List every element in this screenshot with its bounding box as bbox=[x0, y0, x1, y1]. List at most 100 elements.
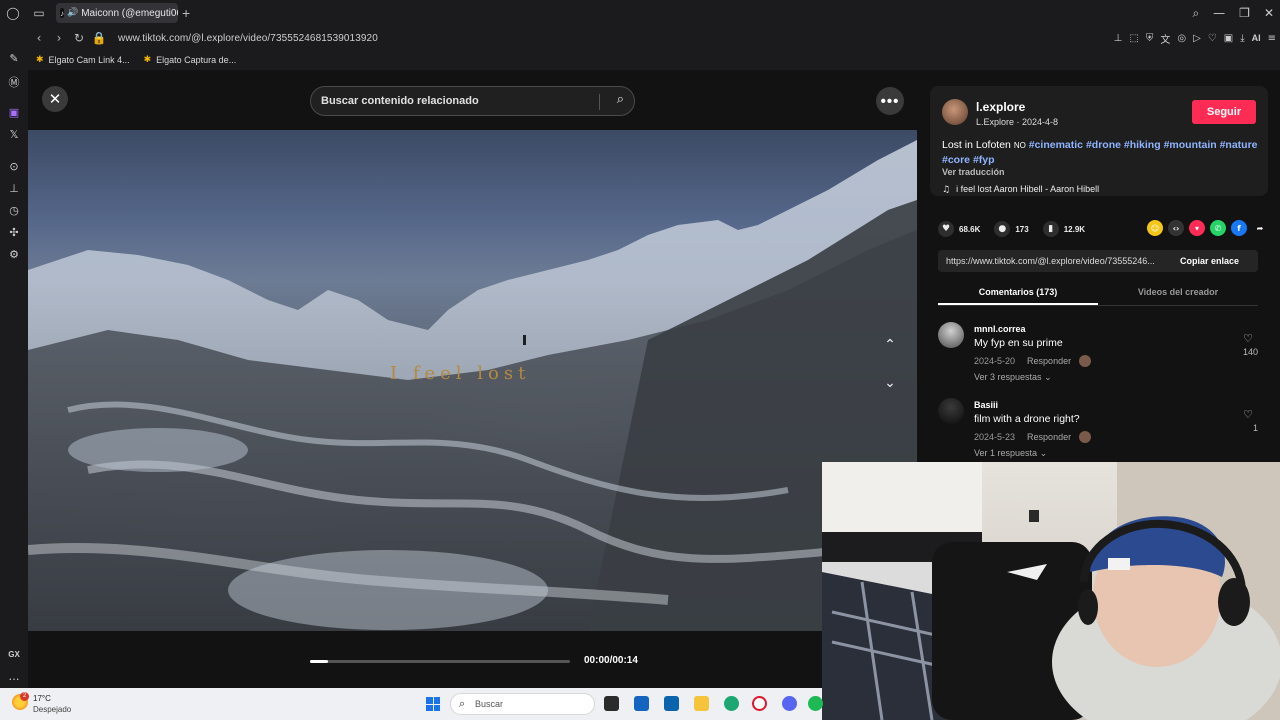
wallet-icon[interactable]: ▣ bbox=[1224, 33, 1233, 44]
workspaces-icon[interactable]: ▭ bbox=[26, 0, 52, 26]
ai-button[interactable]: AI bbox=[1252, 33, 1261, 43]
whatsapp-icon[interactable]: ✆ bbox=[1210, 220, 1226, 236]
menu-icon[interactable]: ≡ bbox=[1268, 33, 1276, 44]
editor-icon[interactable]: ✎ bbox=[6, 52, 22, 66]
history-icon[interactable]: ◷ bbox=[6, 204, 22, 218]
previous-video-icon[interactable]: ⌃ bbox=[879, 334, 901, 356]
forward-icon[interactable]: › bbox=[50, 31, 68, 45]
gx-button[interactable]: GX bbox=[6, 650, 22, 664]
heart-icon[interactable]: ♡ bbox=[1208, 33, 1217, 44]
progress-bar[interactable] bbox=[310, 660, 570, 663]
hashtag-link[interactable]: #drone bbox=[1086, 139, 1121, 151]
weather-widget[interactable]: 2 17°C Despejado bbox=[12, 692, 92, 716]
translate-link[interactable]: Ver traducción bbox=[942, 167, 1005, 177]
messenger-icon[interactable]: Ⓜ bbox=[6, 74, 22, 89]
vpn-icon[interactable]: ◎ bbox=[1177, 33, 1186, 44]
comment-button[interactable]: ● 173 bbox=[994, 221, 1029, 237]
settings-icon[interactable]: ⚙ bbox=[6, 248, 22, 262]
tab-comments[interactable]: Comentarios (173) bbox=[938, 282, 1098, 305]
url-text[interactable]: www.tiktok.com/@l.explore/video/73555246… bbox=[118, 33, 378, 44]
pin-board-icon[interactable]: ⊥ bbox=[6, 182, 22, 196]
tab-creator-videos[interactable]: Videos del creador bbox=[1098, 282, 1258, 305]
twitch-icon[interactable]: ▣ bbox=[6, 106, 22, 120]
new-tab-button[interactable]: + bbox=[182, 5, 190, 21]
player-icon[interactable]: ⊙ bbox=[6, 160, 22, 174]
pin-icon[interactable]: ⊥ bbox=[1114, 33, 1123, 44]
hashtag-link[interactable]: #hiking bbox=[1124, 139, 1161, 151]
heart-icon: ♥ bbox=[938, 221, 954, 237]
outlook-icon[interactable] bbox=[664, 696, 679, 711]
taskbar-search-input[interactable]: ⌕ Buscar bbox=[450, 693, 595, 715]
discord-icon[interactable] bbox=[782, 696, 797, 711]
close-window-button[interactable]: ✕ bbox=[1264, 6, 1274, 20]
hashtag-link[interactable]: #fyp bbox=[973, 154, 995, 166]
hashtag-link[interactable]: #cinematic bbox=[1029, 139, 1083, 151]
music-link[interactable]: ♫ i feel lost Aaron Hibell - Aaron Hibell bbox=[942, 184, 1099, 195]
follow-button[interactable]: Seguir bbox=[1192, 100, 1256, 124]
x-icon[interactable]: 𝕏 bbox=[6, 128, 22, 142]
opera-icon[interactable] bbox=[752, 696, 767, 711]
hashtag-link[interactable]: #core bbox=[942, 154, 970, 166]
embed-icon[interactable]: ‹› bbox=[1168, 220, 1184, 236]
bookmark-item[interactable]: ✱ Elgato Captura de... bbox=[144, 55, 237, 65]
avatar[interactable] bbox=[942, 99, 968, 125]
speaker-icon[interactable]: 🔊 bbox=[67, 8, 78, 18]
edge-icon[interactable] bbox=[724, 696, 739, 711]
hashtag-link[interactable]: #nature bbox=[1220, 139, 1258, 151]
username[interactable]: l.explore bbox=[976, 100, 1025, 114]
reply-button[interactable]: Responder bbox=[1027, 356, 1071, 366]
like-button[interactable]: ♥ 68.6K bbox=[938, 221, 980, 237]
shield-icon[interactable]: ⛨ bbox=[1146, 33, 1154, 44]
extensions-icon[interactable]: ✣ bbox=[6, 226, 22, 240]
comment-like-icon[interactable]: ♡ bbox=[1238, 332, 1258, 345]
browser-tab[interactable]: ♪ 🔊 Maiconn (@emeguti06 bbox=[56, 3, 178, 23]
more-options-button[interactable]: ••• bbox=[876, 87, 904, 115]
minimize-button[interactable]: — bbox=[1213, 6, 1225, 20]
tab-title: Maiconn (@emeguti06 bbox=[81, 7, 178, 19]
store-icon[interactable] bbox=[634, 696, 649, 711]
bookmark-item[interactable]: ✱ Elgato Cam Link 4... bbox=[36, 55, 130, 65]
comment-user[interactable]: Basiii bbox=[974, 400, 998, 410]
comment-meta: 2024-5-23 Responder bbox=[974, 431, 1092, 443]
view-replies-button[interactable]: Ver 1 respuesta ⌄ bbox=[974, 448, 1047, 459]
download-icon[interactable]: ⤓ bbox=[1240, 33, 1244, 44]
play-icon[interactable]: ▷ bbox=[1193, 33, 1201, 44]
coin-icon[interactable]: ☺ bbox=[1147, 220, 1163, 236]
video-info-card: l.explore L.Explore · 2024-4-8 Seguir Lo… bbox=[930, 86, 1268, 196]
video-link-field[interactable]: https://www.tiktok.com/@l.explore/video/… bbox=[946, 256, 1174, 266]
hashtag-link[interactable]: #mountain bbox=[1164, 139, 1217, 151]
send-icon[interactable]: ▾ bbox=[1189, 220, 1205, 236]
search-tabs-icon[interactable]: ⌕ bbox=[1192, 6, 1199, 21]
share-arrow-icon[interactable]: ➦ bbox=[1252, 220, 1268, 236]
related-search-input[interactable]: Buscar contenido relacionado ⌕ bbox=[310, 86, 635, 116]
reload-icon[interactable]: ↻ bbox=[70, 31, 88, 45]
next-video-icon[interactable]: ⌄ bbox=[879, 372, 901, 394]
file-explorer-icon[interactable] bbox=[694, 696, 709, 711]
screen: ◯ ▭ ♪ 🔊 Maiconn (@emeguti06 + ⌕ — ❐ ✕ ‹ … bbox=[0, 0, 1280, 720]
task-view-icon[interactable] bbox=[604, 696, 619, 711]
view-replies-button[interactable]: Ver 3 respuestas ⌄ bbox=[974, 372, 1052, 383]
avatar[interactable] bbox=[938, 398, 964, 424]
search-icon[interactable]: ⌕ bbox=[617, 92, 624, 107]
comment-like-icon[interactable]: ♡ bbox=[1238, 408, 1258, 421]
windows-start-icon[interactable] bbox=[426, 697, 440, 711]
share-icons: ☺ ‹› ▾ ✆ f ➦ bbox=[1147, 220, 1268, 236]
more-icon[interactable]: … bbox=[6, 670, 22, 684]
opera-logo-icon[interactable]: ◯ bbox=[0, 0, 26, 26]
avatar[interactable] bbox=[938, 322, 964, 348]
spotify-icon[interactable] bbox=[808, 696, 823, 711]
back-icon[interactable]: ‹ bbox=[30, 31, 48, 45]
close-video-button[interactable]: ✕ bbox=[42, 86, 68, 112]
translate-icon[interactable]: 文 bbox=[1160, 31, 1170, 46]
copy-link-button[interactable]: Copiar enlace bbox=[1180, 256, 1239, 266]
comment-meta: 2024-5-20 Responder bbox=[974, 355, 1092, 367]
reply-button[interactable]: Responder bbox=[1027, 432, 1071, 442]
tiktok-favicon-icon: ♪ bbox=[60, 8, 64, 18]
comment-user[interactable]: mnnl.correa bbox=[974, 324, 1026, 334]
facebook-icon[interactable]: f bbox=[1231, 220, 1247, 236]
maximize-button[interactable]: ❐ bbox=[1239, 6, 1250, 20]
save-button[interactable]: ▮ 12.9K bbox=[1042, 221, 1085, 237]
video-frame[interactable]: I feel lost bbox=[28, 130, 917, 631]
snapshot-icon[interactable]: ⬚ bbox=[1129, 33, 1138, 44]
chevron-down-icon: ⌄ bbox=[1044, 372, 1052, 382]
